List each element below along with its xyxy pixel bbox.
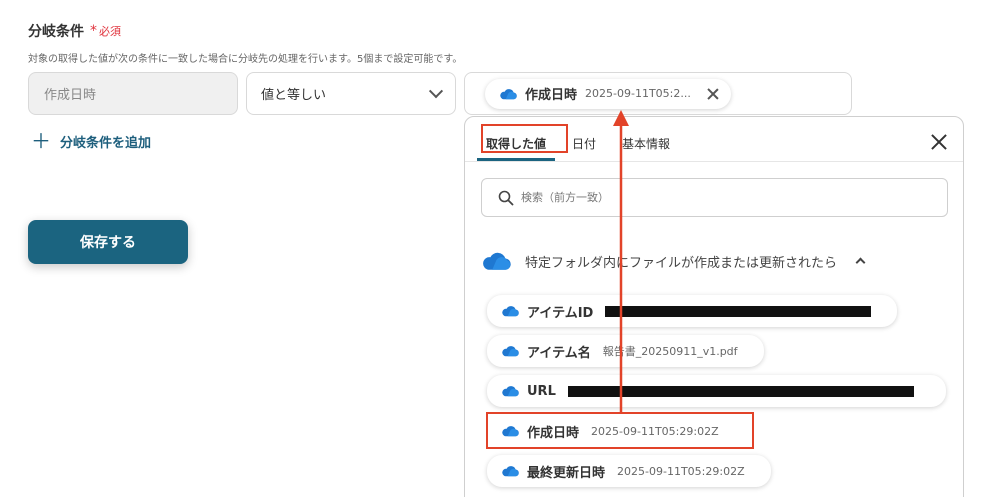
- add-condition-button[interactable]: ＋ 分岐条件を追加: [31, 131, 151, 151]
- item-value: 2025-09-11T05:29:02Z: [617, 464, 745, 478]
- condition-field-select[interactable]: 作成日時: [28, 72, 238, 115]
- add-condition-label: 分岐条件を追加: [60, 135, 152, 151]
- value-chip[interactable]: アイテム名 報告書_20250911_v1.pdf: [487, 335, 764, 367]
- chevron-up-icon: [855, 257, 866, 268]
- section-title: 分岐条件: [28, 24, 84, 40]
- chevron-down-icon: [428, 83, 444, 98]
- value-chip-value: 2025-09-11T05:2...: [585, 87, 691, 100]
- onedrive-cloud-icon: [501, 465, 519, 477]
- value-chip[interactable]: 最終更新日時 2025-09-11T05:29:02Z: [487, 455, 771, 487]
- tab-highlight-box: [481, 124, 568, 153]
- onedrive-cloud-icon: [501, 345, 519, 357]
- search-box[interactable]: [481, 178, 948, 217]
- onedrive-cloud-icon: [499, 88, 517, 100]
- trigger-group-header[interactable]: 特定フォルダ内にファイルが作成または更新されたら: [481, 251, 866, 271]
- item-value: 報告書_20250911_v1.pdf: [602, 345, 738, 358]
- condition-field-value: 作成日時: [44, 88, 97, 103]
- required-text: 必須: [99, 25, 121, 38]
- item-highlight-box: [486, 412, 754, 449]
- item-label: URL: [527, 383, 556, 399]
- condition-value-input[interactable]: 作成日時 2025-09-11T05:2...: [464, 72, 852, 115]
- list-item[interactable]: URL: [487, 375, 946, 407]
- item-label: アイテム名: [527, 345, 591, 361]
- close-icon[interactable]: [707, 88, 719, 100]
- value-chip[interactable]: 作成日時 2025-09-11T05:2...: [485, 78, 731, 109]
- list-item[interactable]: アイテム名 報告書_20250911_v1.pdf: [487, 335, 764, 367]
- group-title: 特定フォルダ内にファイルが作成または更新されたら: [525, 255, 838, 271]
- item-label: 最終更新日時: [527, 465, 606, 481]
- plus-icon: ＋: [31, 129, 51, 153]
- condition-operator-select[interactable]: 値と等しい: [246, 72, 456, 115]
- redacted-value: [605, 305, 872, 317]
- value-chip[interactable]: URL: [487, 375, 946, 407]
- required-badge: * 必須: [90, 23, 121, 39]
- value-chip-label: 作成日時: [525, 88, 578, 103]
- condition-operator-value: 値と等しい: [261, 88, 327, 103]
- close-icon[interactable]: [931, 134, 947, 150]
- onedrive-cloud-icon: [481, 251, 511, 271]
- section-description: 対象の取得した値が次の条件に一致した場合に分岐先の処理を行います。5個まで設定可…: [28, 54, 463, 65]
- value-chip[interactable]: アイテムID: [487, 295, 898, 327]
- search-input[interactable]: [521, 191, 921, 204]
- list-item[interactable]: アイテムID: [487, 295, 898, 327]
- section-label: 分岐条件 * 必須: [28, 21, 121, 41]
- required-star: *: [90, 23, 97, 39]
- tab-basic-info[interactable]: 基本情報: [613, 125, 679, 161]
- redacted-value: [567, 385, 914, 397]
- tab-date[interactable]: 日付: [563, 125, 605, 161]
- save-button[interactable]: 保存する: [28, 220, 188, 264]
- onedrive-cloud-icon: [501, 305, 519, 317]
- tab-divider: [465, 161, 963, 162]
- onedrive-cloud-icon: [501, 385, 519, 397]
- item-label: アイテムID: [527, 305, 594, 321]
- search-icon: [498, 190, 514, 205]
- list-item[interactable]: 最終更新日時 2025-09-11T05:29:02Z: [487, 455, 771, 487]
